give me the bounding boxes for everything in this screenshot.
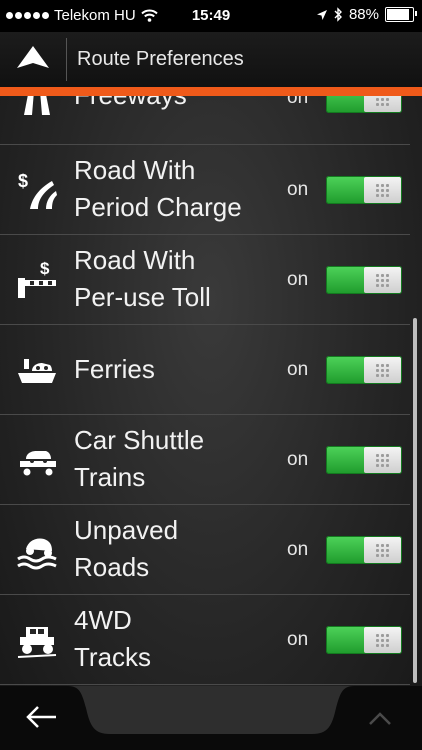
list-item-label: Unpaved Roads <box>74 515 179 582</box>
toggle-switch[interactable] <box>326 536 402 564</box>
scrollbar[interactable] <box>413 318 417 683</box>
toggle-switch[interactable] <box>326 356 402 384</box>
list-item-state: on <box>287 629 309 650</box>
status-right: 88% <box>316 6 417 23</box>
freeway-icon <box>24 96 50 115</box>
list-item-state: on <box>287 449 309 470</box>
header-bar: Route Preferences <box>0 32 422 87</box>
svg-text:$: $ <box>40 259 50 278</box>
unpaved-road-icon <box>17 538 57 570</box>
list-item-state: on <box>287 269 309 290</box>
toggle-knob <box>364 537 401 563</box>
list-item-state: on <box>287 359 309 380</box>
navigation-arrow-icon <box>17 46 49 68</box>
toggle-knob <box>364 357 401 383</box>
list-item-label: Freeways <box>74 96 274 114</box>
toggle-switch[interactable] <box>326 446 402 474</box>
back-arrow-icon <box>26 706 56 728</box>
period-charge-road-icon: $ <box>18 171 57 209</box>
battery-icon <box>385 7 417 22</box>
4wd-track-icon <box>17 627 57 658</box>
list-item-period-charge[interactable]: $ Road With Period Charge on <box>0 145 410 235</box>
app-screen: Telekom HU 15:49 88% Route Preferences o… <box>0 0 422 750</box>
list-item-label: Road With Per-use Toll <box>74 245 211 312</box>
toggle-knob <box>364 177 401 203</box>
back-button[interactable] <box>0 686 84 750</box>
list-item-freeways[interactable]: Freeways on <box>0 96 410 145</box>
chevron-up-icon <box>369 712 391 725</box>
toggle-switch[interactable] <box>326 626 402 654</box>
battery-percent: 88% <box>348 6 379 23</box>
toggle-knob <box>364 447 401 473</box>
accent-bar <box>0 87 422 96</box>
preference-list[interactable]: Freeways on $ Road With Period Charge on… <box>0 96 422 686</box>
toggle-knob <box>364 627 401 653</box>
location-arrow-icon <box>316 9 327 20</box>
list-item-label: Road With Period Charge <box>74 155 242 222</box>
toggle-knob <box>364 96 401 112</box>
list-item-car-shuttle-trains[interactable]: Car Shuttle Trains on <box>0 415 410 505</box>
bluetooth-icon <box>334 7 342 22</box>
navigation-menu-button[interactable] <box>0 32 66 87</box>
list-item-ferries[interactable]: Ferries on <box>0 325 410 415</box>
toll-barrier-icon: $ <box>18 259 56 298</box>
toggle-switch[interactable] <box>326 96 402 113</box>
list-item-unpaved-roads[interactable]: Unpaved Roads on <box>0 505 410 595</box>
toggle-switch[interactable] <box>326 176 402 204</box>
header-divider <box>66 38 67 81</box>
svg-text:$: $ <box>18 171 28 191</box>
page-title: Route Preferences <box>77 48 244 70</box>
car-shuttle-train-icon <box>20 451 56 476</box>
list-item-per-use-toll[interactable]: $ Road With Per-use Toll on <box>0 235 410 325</box>
scroll-up-button[interactable] <box>338 686 422 750</box>
list-item-label: Car Shuttle Trains <box>74 425 205 492</box>
list-item-label: Ferries <box>74 354 155 384</box>
battery-level <box>387 9 409 20</box>
toggle-switch[interactable] <box>326 266 402 294</box>
list-item-state: on <box>287 96 309 108</box>
list-item-label: 4WD Tracks <box>74 605 152 672</box>
list-item-state: on <box>287 179 309 200</box>
status-bar: Telekom HU 15:49 88% <box>0 0 422 32</box>
footer-bar <box>0 686 422 750</box>
list-item-state: on <box>287 539 309 560</box>
list-item-4wd-tracks[interactable]: 4WD Tracks on <box>0 595 410 685</box>
toggle-knob <box>364 267 401 293</box>
ferry-icon <box>18 359 56 383</box>
